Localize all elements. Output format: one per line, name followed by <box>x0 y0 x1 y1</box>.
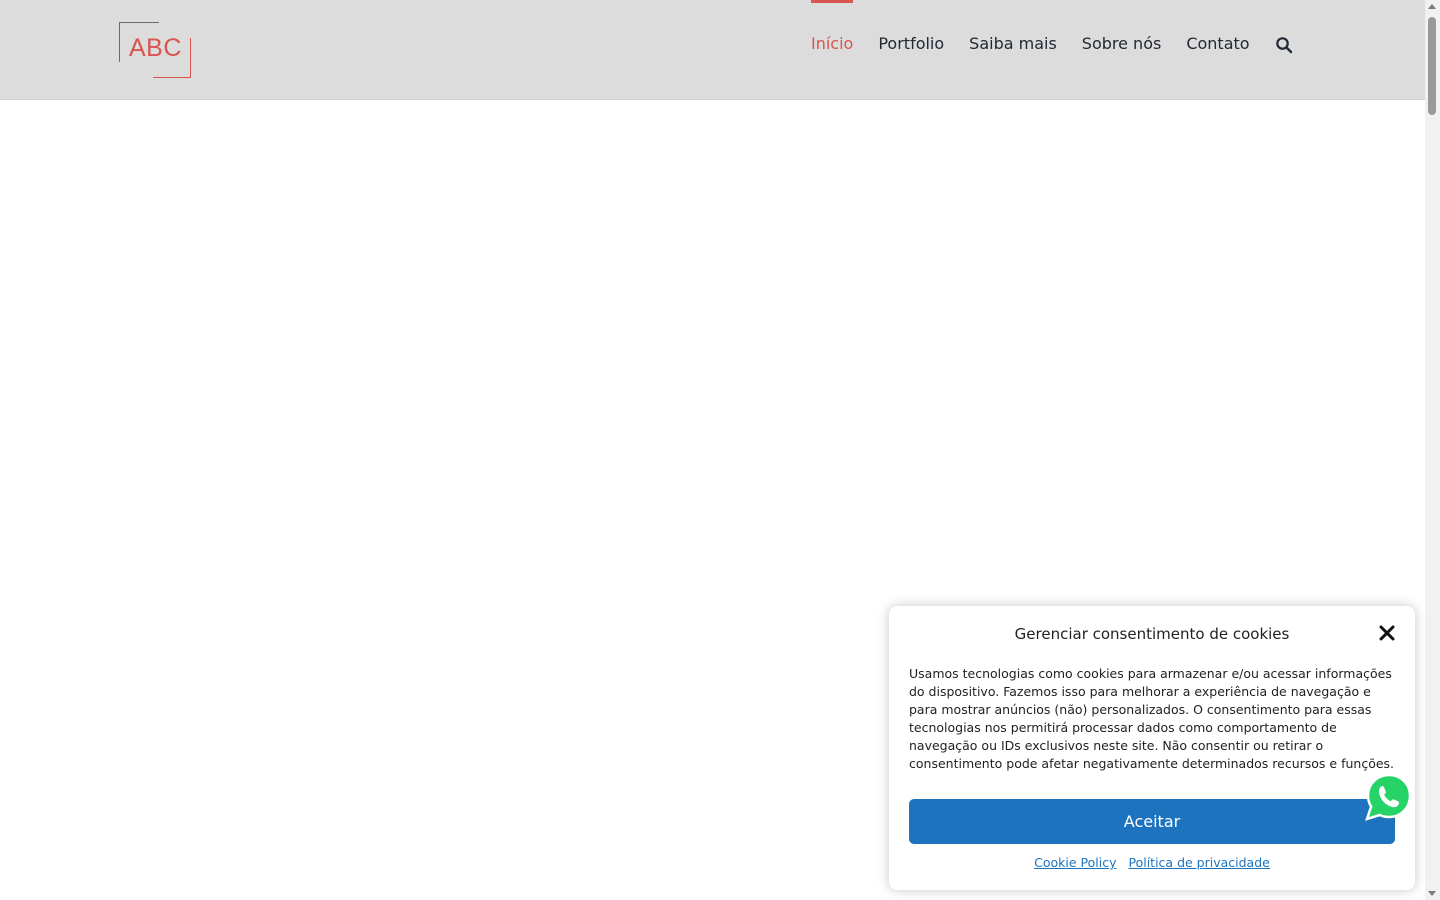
site-logo[interactable]: ABC <box>119 22 191 78</box>
logo-text: ABC <box>129 34 182 62</box>
nav-item-contato[interactable]: Contato <box>1186 0 1249 100</box>
cookie-links: Cookie Policy Política de privacidade <box>889 855 1415 870</box>
close-icon[interactable] <box>1379 625 1395 641</box>
search-icon[interactable] <box>1275 36 1293 54</box>
scroll-down-icon[interactable] <box>1428 891 1436 896</box>
nav-item-portfolio[interactable]: Portfolio <box>878 0 944 100</box>
nav-item-saiba-mais[interactable]: Saiba mais <box>969 0 1057 100</box>
accept-button[interactable]: Aceitar <box>909 799 1395 844</box>
scroll-up-icon[interactable] <box>1428 4 1436 9</box>
page: ABC Início Portfolio Saiba mais Sobre nó… <box>0 0 1425 900</box>
nav-item-inicio[interactable]: Início <box>811 0 854 100</box>
privacy-policy-link[interactable]: Política de privacidade <box>1129 855 1270 870</box>
whatsapp-button[interactable] <box>1364 772 1414 822</box>
cookie-consent-dialog: Gerenciar consentimento de cookies Usamo… <box>889 606 1415 890</box>
whatsapp-icon <box>1364 773 1414 826</box>
scrollbar-thumb[interactable] <box>1428 17 1436 115</box>
cookie-dialog-body: Usamos tecnologias como cookies para arm… <box>909 666 1395 771</box>
cookie-policy-link[interactable]: Cookie Policy <box>1034 855 1116 870</box>
vertical-scrollbar[interactable] <box>1425 0 1440 900</box>
nav-item-sobre-nos[interactable]: Sobre nós <box>1082 0 1162 100</box>
main-nav: Início Portfolio Saiba mais Sobre nós Co… <box>800 0 1293 100</box>
cookie-dialog-title: Gerenciar consentimento de cookies <box>1014 625 1290 643</box>
browser-viewport: ABC Início Portfolio Saiba mais Sobre nó… <box>0 0 1440 900</box>
site-header: ABC Início Portfolio Saiba mais Sobre nó… <box>0 0 1425 100</box>
